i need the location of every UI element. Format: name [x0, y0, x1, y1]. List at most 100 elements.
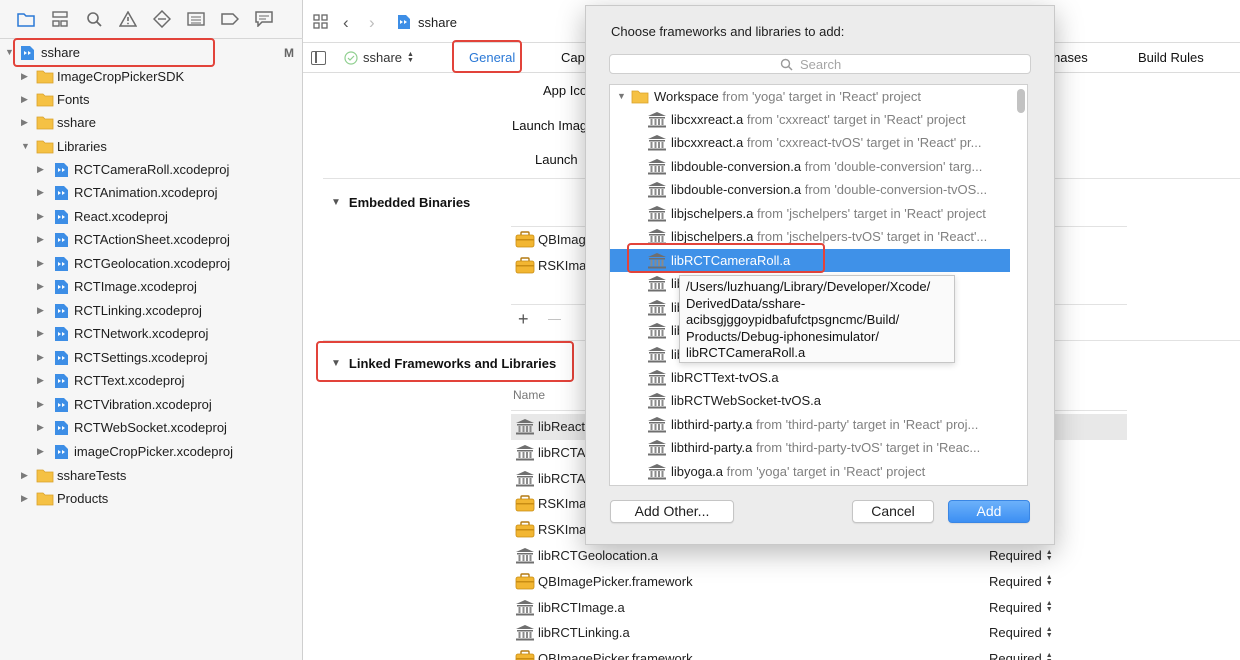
embedded-binaries-header[interactable]: ▼ Embedded Binaries	[331, 195, 470, 210]
project-file-icon	[54, 256, 72, 271]
tree-item[interactable]: ▶ RCTSettings.xcodeproj	[0, 346, 302, 369]
hierarchy-icon[interactable]	[50, 9, 70, 29]
disclosure-closed-icon[interactable]: ▶	[21, 493, 31, 503]
add-button[interactable]: Add	[948, 500, 1030, 523]
remove-button[interactable]: —	[548, 311, 561, 326]
disclosure-closed-icon[interactable]: ▶	[37, 328, 47, 338]
library-item[interactable]: libRCTText-tvOS.a	[610, 366, 1010, 389]
library-icon	[515, 624, 535, 644]
tree-item[interactable]: ▶ sshare	[0, 111, 302, 134]
library-item[interactable]: libRCTWebSocket-tvOS.a	[610, 389, 1010, 412]
library-item[interactable]: libcxxreact.a from 'cxxreact-tvOS' targe…	[610, 131, 1010, 154]
disclosure-closed-icon[interactable]: ▶	[37, 234, 47, 244]
library-item[interactable]: libthird-party.a from 'third-party' targ…	[610, 413, 1010, 436]
status-popup[interactable]: Required▲▼	[989, 574, 1053, 589]
diamond-icon[interactable]	[152, 9, 172, 29]
disclosure-open-icon[interactable]: ▼	[617, 91, 626, 101]
disclosure-closed-icon[interactable]: ▶	[37, 187, 47, 197]
disclosure-open-icon[interactable]: ▼	[331, 197, 341, 208]
disclosure-closed-icon[interactable]: ▶	[37, 281, 47, 291]
tree-item[interactable]: ▶ RCTLinking.xcodeproj	[0, 299, 302, 322]
library-item[interactable]: libcxxreact.a from 'cxxreact' target in …	[610, 108, 1010, 131]
tab-build-phases[interactable]: hases	[1053, 50, 1088, 65]
library-item-label: libRCTWebSocket-tvOS.a	[671, 393, 822, 409]
forward-arrow-icon[interactable]: ›	[369, 13, 375, 33]
folder-icon	[36, 92, 54, 107]
cancel-button[interactable]: Cancel	[852, 500, 934, 523]
tree-item[interactable]: ▶ RCTVibration.xcodeproj	[0, 393, 302, 416]
column-header-name[interactable]: Name	[513, 388, 545, 402]
disclosure-closed-icon[interactable]: ▶	[21, 470, 31, 480]
scrollbar-thumb[interactable]	[1017, 89, 1025, 113]
library-item[interactable]: libdouble-conversion.a from 'double-conv…	[610, 155, 1010, 178]
breadcrumb-project[interactable]: sshare	[418, 15, 457, 30]
disclosure-closed-icon[interactable]: ▶	[37, 399, 47, 409]
tree-item[interactable]: ▶ RCTActionSheet.xcodeproj	[0, 228, 302, 251]
target-selector[interactable]: sshare ▲ ▼	[344, 50, 414, 65]
disclosure-closed-icon[interactable]: ▶	[37, 352, 47, 362]
library-item[interactable]: libjschelpers.a from 'jschelpers' target…	[610, 202, 1010, 225]
tooltip-line: /Users/luzhuang/Library/Developer/Xcode/	[686, 279, 931, 294]
linked-library-row[interactable]: libRCTGeolocation.a Required ▲ ▼	[511, 543, 1127, 569]
linked-library-row[interactable]: QBImagePicker.framework Required▲▼	[511, 569, 1127, 595]
search-input[interactable]: Search	[609, 54, 1031, 74]
search-icon[interactable]	[84, 9, 104, 29]
tree-item[interactable]: ▶ React.xcodeproj	[0, 205, 302, 228]
tree-item[interactable]: ▶ RCTWebSocket.xcodeproj	[0, 416, 302, 439]
disclosure-closed-icon[interactable]: ▶	[21, 71, 31, 81]
tree-item[interactable]: ▶ RCTText.xcodeproj	[0, 369, 302, 392]
status-popup[interactable]: Required▲▼	[989, 651, 1053, 660]
disclosure-open-icon[interactable]: ▼	[21, 141, 31, 151]
workspace-group[interactable]: ▼ Workspace from 'yoga' target in 'React…	[610, 85, 1010, 108]
tab-build-rules[interactable]: Build Rules	[1138, 50, 1204, 65]
disclosure-closed-icon[interactable]: ▶	[37, 164, 47, 174]
embedded-binary-name: RSKIma	[538, 258, 587, 273]
add-button[interactable]: +	[518, 309, 529, 330]
disclosure-closed-icon[interactable]: ▶	[37, 305, 47, 315]
tooltip-line: libRCTCameraRoll.a	[686, 345, 806, 360]
linked-library-row[interactable]: libRCTImage.a Required ▲ ▼	[511, 595, 1127, 621]
tree-item[interactable]: ▶ Fonts	[0, 88, 302, 111]
comment-icon[interactable]	[254, 9, 274, 29]
status-popup[interactable]: Required▲▼	[989, 625, 1053, 640]
linked-library-row[interactable]: libRCTLinking.a Required ▲ ▼	[511, 620, 1127, 646]
disclosure-closed-icon[interactable]: ▶	[37, 422, 47, 432]
disclosure-closed-icon[interactable]: ▶	[21, 94, 31, 104]
grid-icon[interactable]	[313, 14, 328, 32]
tree-item[interactable]: ▼ Libraries	[0, 135, 302, 158]
disclosure-closed-icon[interactable]: ▶	[37, 375, 47, 385]
status-popup[interactable]: Required▲▼	[989, 600, 1053, 615]
tag-icon[interactable]	[220, 9, 240, 29]
library-item[interactable]: libyoga.a from 'yoga' target in 'React' …	[610, 460, 1010, 483]
add-other-button[interactable]: Add Other...	[610, 500, 734, 523]
folder-icon[interactable]	[16, 9, 36, 29]
tree-item[interactable]: ▶ RCTNetwork.xcodeproj	[0, 322, 302, 345]
status-popup[interactable]: Required▲▼	[989, 548, 1053, 563]
list-icon[interactable]	[186, 9, 206, 29]
embedded-binary-name: QBImag	[538, 232, 586, 247]
tree-item[interactable]: ▶ RCTImage.xcodeproj	[0, 275, 302, 298]
warning-icon[interactable]	[118, 9, 138, 29]
library-item[interactable]: libthird-party.a from 'third-party-tvOS'…	[610, 436, 1010, 459]
tree-item[interactable]: ▶ ImageCropPickerSDK	[0, 65, 302, 88]
linked-library-row[interactable]: QBImagePicker.framework Required▲▼	[511, 646, 1127, 660]
tree-item[interactable]: ▶ RCTGeolocation.xcodeproj	[0, 252, 302, 275]
tree-item[interactable]: ▶ imageCropPicker.xcodeproj	[0, 440, 302, 463]
back-arrow-icon[interactable]: ‹	[343, 13, 349, 33]
tree-item-label: RCTWebSocket.xcodeproj	[74, 420, 227, 435]
disclosure-closed-icon[interactable]: ▶	[37, 211, 47, 221]
linked-library-name: RSKIma	[538, 496, 587, 512]
status-label: Required	[989, 625, 1042, 641]
tree-item[interactable]: ▶ sshareTests	[0, 464, 302, 487]
disclosure-closed-icon[interactable]: ▶	[37, 446, 47, 456]
tab-capabilities[interactable]: Cap	[561, 50, 585, 65]
tree-item[interactable]: ▶ RCTAnimation.xcodeproj	[0, 181, 302, 204]
disclosure-closed-icon[interactable]: ▶	[37, 258, 47, 268]
tree-item[interactable]: ▶ Products	[0, 487, 302, 510]
updown-icon: ▲▼	[1045, 574, 1053, 588]
disclosure-closed-icon[interactable]: ▶	[21, 117, 31, 127]
sidebar-toggle-icon[interactable]	[311, 51, 326, 65]
status-label: Required	[989, 548, 1042, 563]
library-item[interactable]: libdouble-conversion.a from 'double-conv…	[610, 178, 1010, 201]
tree-item[interactable]: ▶ RCTCameraRoll.xcodeproj	[0, 158, 302, 181]
